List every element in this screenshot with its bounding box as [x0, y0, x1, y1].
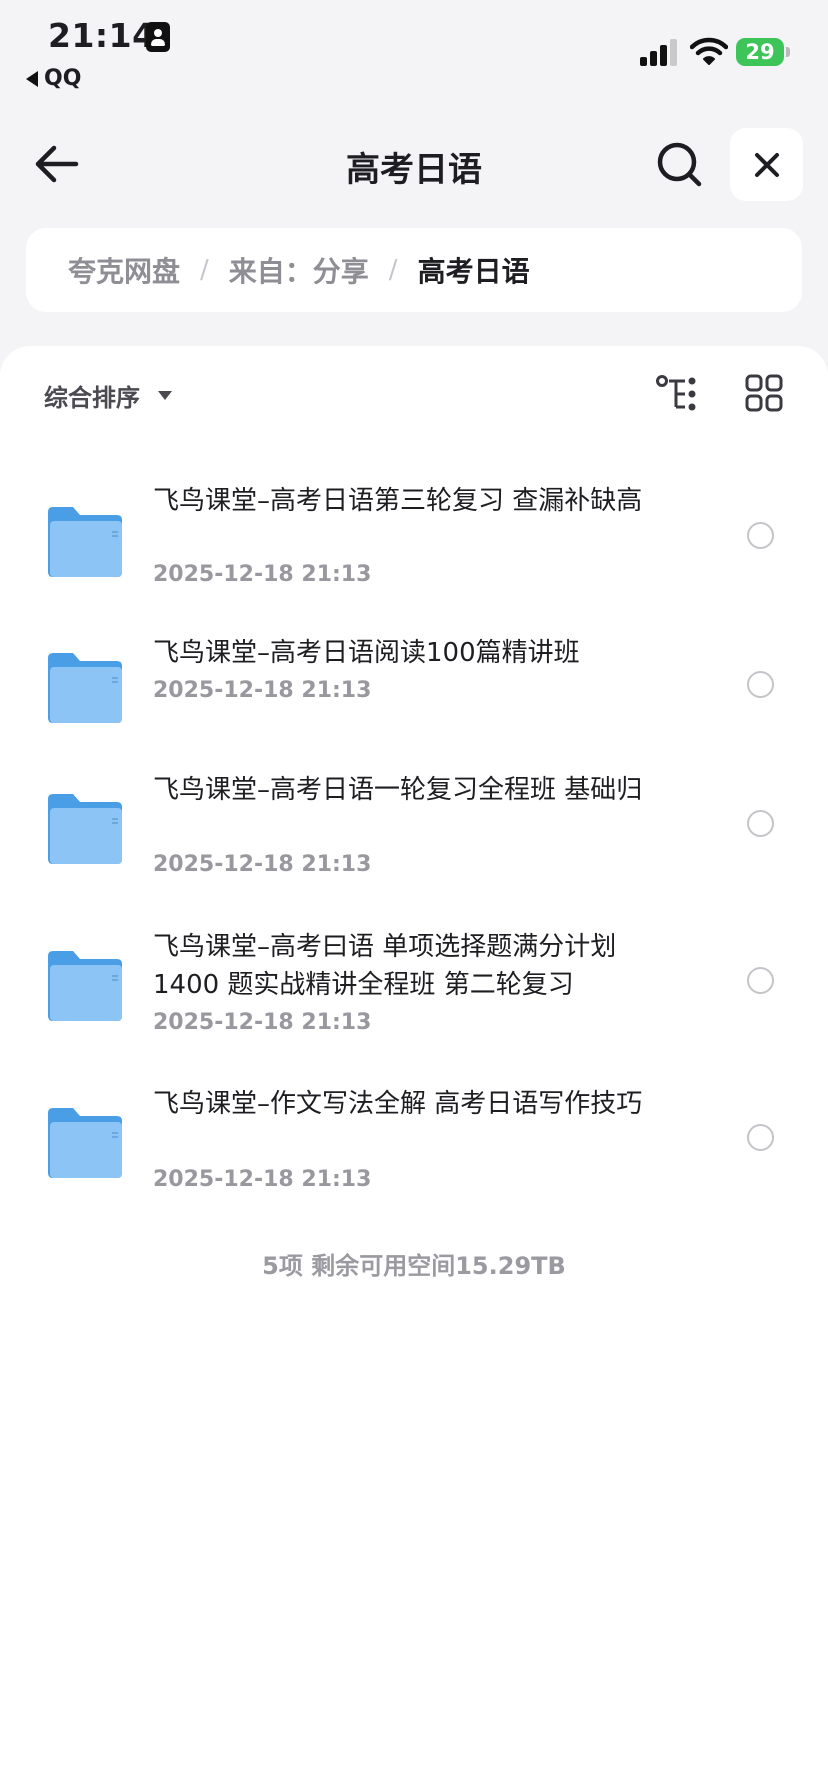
select-radio[interactable] — [747, 967, 774, 994]
file-date: 2025-12-18 21:13 — [153, 1010, 372, 1035]
breadcrumb: 夸克网盘 / 来自：分享 / 高考日语 — [26, 228, 802, 312]
battery-level: 29 — [745, 40, 775, 64]
sort-dropdown[interactable]: 综合排序 — [44, 378, 172, 413]
file-row[interactable]: 飞鸟课堂–高考日语阅读100篇精讲班 2025-12-18 21:13 — [0, 616, 828, 746]
file-row[interactable]: 飞鸟课堂–作文写法全解 高考日语写作技巧 2025-12-18 21:13 — [0, 1071, 828, 1211]
file-row[interactable]: 飞鸟课堂–高考日语一轮复习全程班 基础归 2025-12-18 21:13 — [0, 756, 828, 896]
nav-bar: 高考日语 — [0, 120, 828, 210]
breadcrumb-item-root[interactable]: 夸克网盘 — [68, 250, 180, 290]
select-radio[interactable] — [747, 522, 774, 549]
back-to-app-link[interactable]: QQ — [26, 66, 81, 91]
breadcrumb-separator: / — [200, 255, 209, 285]
select-radio[interactable] — [747, 1124, 774, 1151]
battery-cap — [786, 47, 790, 57]
select-radio[interactable] — [747, 671, 774, 698]
folder-icon — [48, 507, 122, 577]
battery-icon: 29 — [736, 38, 784, 66]
folder-icon — [48, 794, 122, 864]
search-icon[interactable] — [655, 140, 705, 190]
status-bar: 21:14 QQ 29 — [0, 0, 828, 96]
file-name: 飞鸟课堂–高考日语阅读100篇精讲班 — [153, 638, 580, 668]
file-list-panel: 综合排序 飞鸟课堂–高考日语第三轮复习 查漏补缺高 2025-12-18 21:… — [0, 346, 828, 1792]
file-date: 2025-12-18 21:13 — [153, 852, 372, 877]
file-name: 飞鸟课堂–高考曰语 单项选择题满分计划1400 题实战精讲全程班 第二轮复习 — [153, 932, 617, 1000]
sort-label: 综合排序 — [44, 384, 140, 412]
cellular-signal-icon — [640, 38, 680, 66]
status-time: 21:14 — [48, 16, 156, 55]
breadcrumb-item-share[interactable]: 来自：分享 — [229, 250, 369, 290]
file-row[interactable]: 飞鸟课堂–高考日语第三轮复习 查漏补缺高 2025-12-18 21:13 — [0, 466, 828, 606]
file-date: 2025-12-18 21:13 — [153, 678, 372, 703]
file-row[interactable]: 飞鸟课堂–高考曰语 单项选择题满分计划1400 题实战精讲全程班 第二轮复习 2… — [0, 914, 828, 1054]
back-app-label: QQ — [44, 66, 82, 91]
breadcrumb-item-current: 高考日语 — [417, 255, 530, 288]
close-icon — [754, 152, 779, 177]
tree-view-icon[interactable] — [655, 374, 701, 414]
select-radio[interactable] — [747, 810, 774, 837]
file-name: 飞鸟课堂–高考日语第三轮复习 查漏补缺高 — [153, 486, 643, 516]
folder-icon — [48, 1108, 122, 1178]
grid-view-icon[interactable] — [745, 374, 783, 412]
file-date: 2025-12-18 21:13 — [153, 1167, 372, 1192]
breadcrumb-separator: / — [388, 255, 398, 285]
file-date: 2025-12-18 21:13 — [153, 562, 372, 587]
file-name: 飞鸟课堂–高考日语一轮复习全程班 基础归 — [153, 775, 643, 805]
back-arrow-icon[interactable] — [30, 140, 82, 188]
dropdown-arrow-icon — [158, 391, 172, 400]
storage-summary: 5项 剩余可用空间15.29TB — [262, 1252, 566, 1280]
file-name: 飞鸟课堂–作文写法全解 高考日语写作技巧 — [153, 1089, 643, 1119]
back-triangle-icon — [26, 70, 38, 87]
folder-icon — [48, 653, 122, 723]
folder-icon — [48, 951, 122, 1021]
wifi-icon — [690, 37, 728, 65]
close-button[interactable] — [730, 128, 803, 201]
contact-card-icon — [146, 22, 170, 52]
